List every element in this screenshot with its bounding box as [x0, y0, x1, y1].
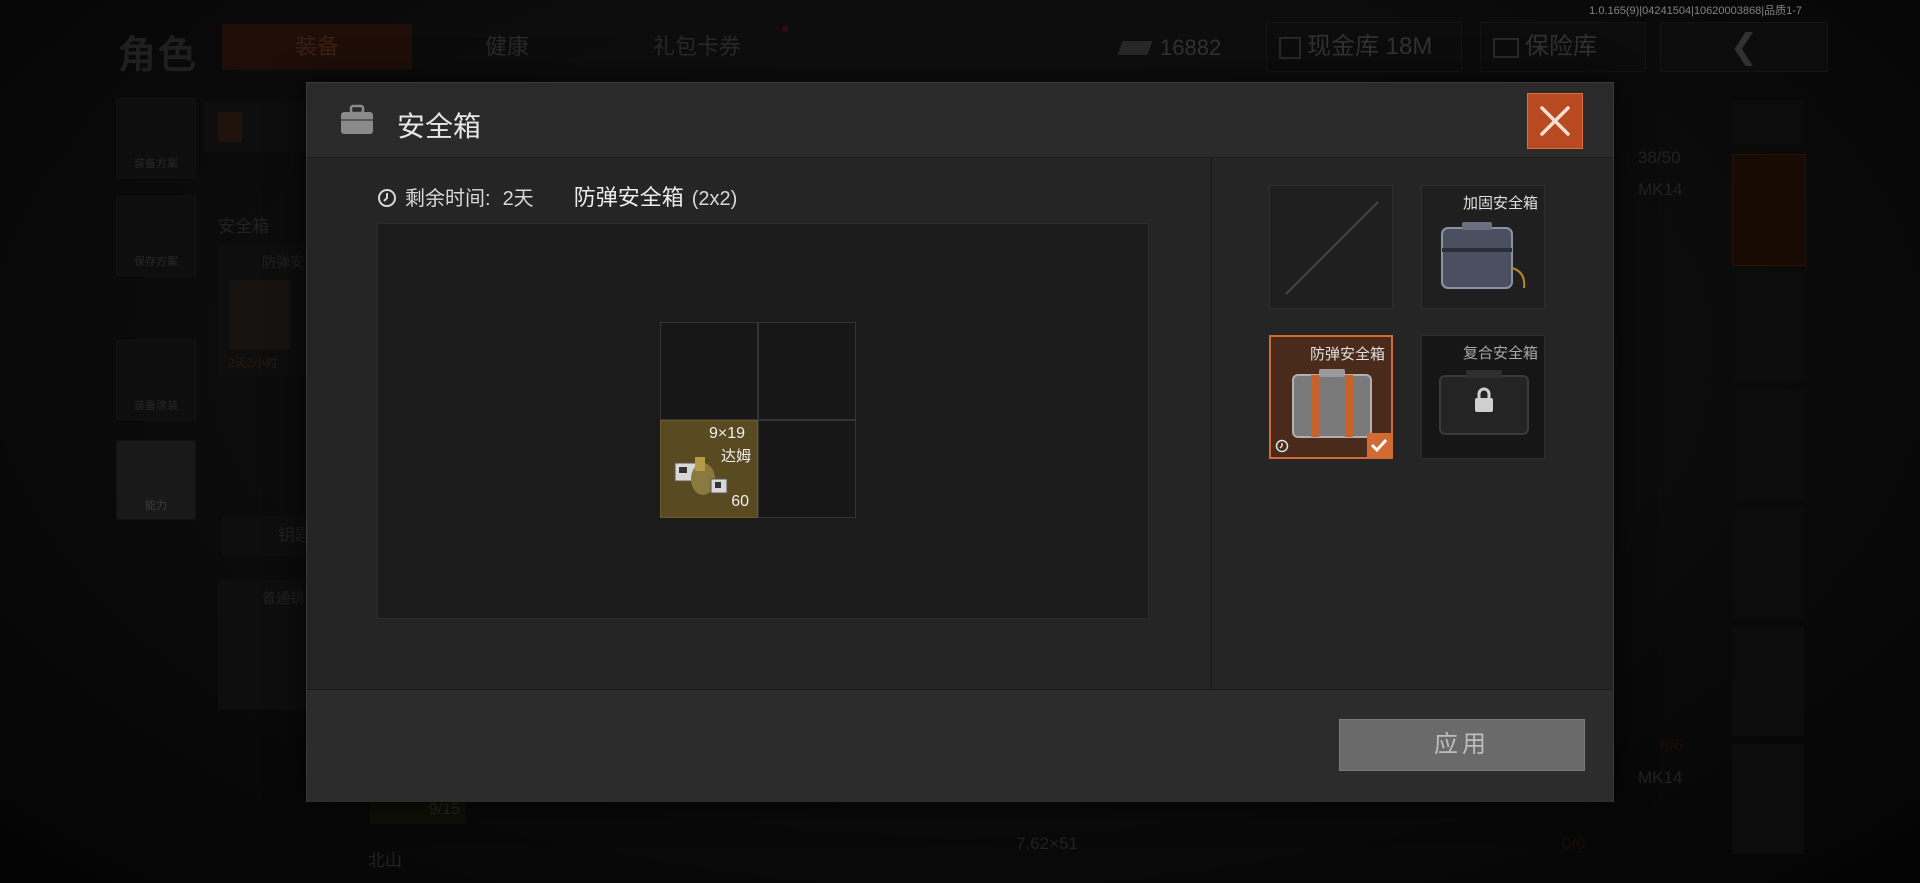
check-icon — [1370, 438, 1388, 453]
remaining-time-value: 2天 — [502, 188, 534, 210]
item-caliber: 9×19 — [708, 425, 745, 442]
briefcase-icon — [341, 104, 373, 134]
grid-cell[interactable] — [758, 420, 856, 518]
case-option-bulletproof[interactable]: 防弹安全箱 — [1269, 335, 1393, 459]
clock-icon — [378, 189, 396, 207]
selected-check — [1367, 433, 1391, 457]
clock-icon — [1275, 439, 1289, 453]
modal-header: 安全箱 — [307, 83, 1613, 158]
case-option-label: 复合安全箱 — [1462, 345, 1538, 362]
remaining-time-label: 剩余时间: — [405, 188, 491, 210]
close-button[interactable] — [1527, 93, 1583, 149]
grid-cell[interactable] — [758, 322, 856, 420]
case-option-label: 防弹安全箱 — [1309, 346, 1385, 363]
panel-divider — [1210, 157, 1212, 763]
apply-button[interactable]: 应用 — [1339, 719, 1585, 771]
case-grid-area: 9×19 达姆 60 — [377, 223, 1149, 619]
case-name: 防弹安全箱 — [573, 185, 684, 210]
case-info-row: 剩余时间: 2天 防弹安全箱 (2x2) — [377, 183, 737, 213]
modal-title: 安全箱 — [397, 111, 482, 142]
case-size: (2x2) — [691, 188, 738, 210]
bulletproof-case-icon — [1292, 369, 1372, 438]
reinforced-case-icon — [1441, 222, 1526, 289]
close-icon — [1540, 106, 1570, 136]
case-option-label: 加固安全箱 — [1462, 195, 1538, 212]
ammo-box-icon — [674, 457, 728, 495]
lock-icon — [1475, 387, 1493, 412]
safe-box-modal: 安全箱 剩余时间: 2天 防弹安全箱 (2x2) 9×19 达姆 60 加固安全… — [306, 82, 1614, 802]
empty-slash-icon — [1285, 201, 1379, 295]
ammo-item[interactable]: 9×19 达姆 60 — [660, 420, 758, 518]
case-option-empty[interactable] — [1269, 185, 1393, 309]
case-option-reinforced[interactable]: 加固安全箱 — [1421, 185, 1545, 309]
case-option-composite[interactable]: 复合安全箱 — [1421, 335, 1545, 459]
item-count: 60 — [731, 493, 749, 510]
grid-cell[interactable] — [660, 322, 758, 420]
